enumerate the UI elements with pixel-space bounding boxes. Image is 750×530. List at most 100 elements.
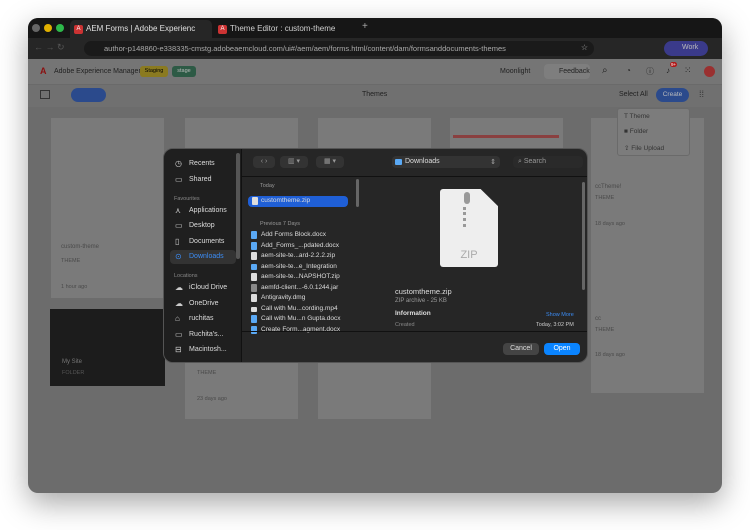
create-button[interactable]: Create [656,88,689,102]
preview-scrollbar[interactable] [582,182,585,290]
sidebar-item-downloads[interactable]: ⊙ Downloads [170,250,236,264]
applications-icon: ⋏ [175,206,181,215]
aem-header: A Adobe Experience Manager Staging stage… [28,59,722,85]
word-doc-icon [251,241,257,250]
browser-window: A AEM Forms | Adobe Experienc A Theme Edit… [28,18,722,493]
file-row[interactable]: Call with Mu...cording.mp4 [251,304,347,315]
previous-heading: Previous 7 Days [260,221,301,227]
minimize-window-button[interactable] [44,24,52,32]
help-icon[interactable]: ⓘ [646,66,654,77]
adobe-logo-icon: A [40,66,47,76]
group-button[interactable]: ▦ ▾ [316,156,344,168]
preview-kind: ZIP archive - 25 KB [395,298,447,304]
sidebar-item-applications[interactable]: ⋏ Applications [170,204,236,218]
file-icon [252,197,258,205]
card-cc[interactable]: cc THEME 18 days ago [591,243,704,393]
show-more-link[interactable]: Show More [546,312,574,318]
information-heading: Information [395,310,431,317]
view-settings-icon[interactable]: ⁞⁞ [699,89,704,99]
file-open-dialog: ◷ Recents ▭ Shared Favourites ⋏ Application… [163,148,588,363]
adobe-icon: A [74,25,83,34]
avatar[interactable] [704,66,715,77]
profile-button[interactable]: Work [664,41,708,56]
view-mode-button[interactable]: ▥ ▾ [280,156,308,168]
select-all-button[interactable]: Select All [608,91,648,98]
open-button[interactable]: Open [544,343,580,355]
dmg-file-icon [251,294,257,302]
sidebar-item-desktop[interactable]: ▭ Desktop [170,219,236,233]
tab-theme-editor[interactable]: A Theme Editor : custom-theme [214,20,356,38]
menu-item-folder[interactable]: ■ Folder [624,128,648,135]
close-window-button[interactable] [32,24,40,32]
onedrive-icon: ☁ [175,299,183,308]
toolbar: Themes Select All Create ⁞⁞ [28,85,722,107]
home-icon: ⌂ [175,314,180,323]
search-input[interactable]: ⌕ Search [513,156,583,168]
dialog-sidebar: ◷ Recents ▭ Shared Favourites ⋏ Application… [164,149,242,362]
chat-icon[interactable]: ◔ [626,66,631,75]
rail-toggle-icon[interactable] [40,90,50,99]
sidebar-item-documents[interactable]: ▯ Documents [170,235,236,249]
jar-file-icon [251,283,257,292]
file-row[interactable]: Create Form...agment.docx [251,325,347,336]
org-switcher[interactable]: Moonlight [500,68,530,75]
back-forward-reload-icons[interactable]: ← → ↻ [34,42,65,53]
word-doc-icon [251,325,257,334]
feedback-button[interactable]: Feedback [544,64,590,79]
page-title: Themes [362,91,388,98]
file-row[interactable]: aem-site-te...NAPSHOT.zip [251,272,347,283]
url-input[interactable]: author-p148860-e338335-cmstg.adobeaemclo… [84,41,594,56]
file-row[interactable]: Add_Forms_...pdated.docx [251,241,347,252]
maximize-window-button[interactable] [56,24,64,32]
file-row[interactable]: Add Forms Block.docx [251,230,347,241]
file-row[interactable]: Antigravity.dmg [251,293,347,304]
bulk-action-button[interactable] [71,88,106,102]
created-label: Created [395,322,415,328]
apps-grid-icon[interactable]: ⁙ [684,65,692,76]
file-row-selected[interactable]: customtheme.zip [248,196,348,207]
create-menu: T Theme ■ Folder ⇪ File Upload [617,108,690,156]
file-row[interactable]: aem-site-te...ard-2.2.2.zip [251,251,347,262]
card-custom-theme[interactable]: custom-theme THEME 1 hour ago [51,118,164,298]
folder-row[interactable]: aem-site-te...e_Integration [251,262,347,273]
zip-file-preview-icon: ZIP [440,189,498,267]
sidebar-item-icloud[interactable]: ☁ iCloud Drive [170,281,236,295]
file-list-scrollbar[interactable] [356,179,359,207]
cancel-button[interactable]: Cancel [503,343,539,355]
sidebar-item-macintosh[interactable]: ⊟ Macintosh... [170,343,236,357]
adobe-icon: A [218,25,227,34]
clock-icon: ◷ [175,159,182,168]
file-row[interactable]: aemfd-client...-6.0.1244.jar [251,283,347,294]
sidebar-item-onedrive[interactable]: ☁ OneDrive [170,297,236,311]
zip-file-icon [251,273,257,281]
created-value: Today, 3:02 PM [536,322,574,328]
back-forward-buttons[interactable]: ‹ › [253,156,275,168]
drive-icon: ⊟ [175,345,182,354]
menu-item-theme[interactable]: T Theme [624,113,650,120]
sidebar-item-laptop[interactable]: ▭ Ruchita's... [170,328,236,342]
bell-icon[interactable]: ♪ [666,66,670,75]
today-heading: Today [260,183,275,189]
sidebar-item-recents[interactable]: ◷ Recents [170,157,236,171]
sidebar-scrollbar[interactable] [236,153,240,259]
location-select[interactable]: Downloads ⇕ [392,156,500,168]
zip-file-icon [251,252,257,260]
notification-badge: 9+ [670,62,678,67]
sidebar-item-home[interactable]: ⌂ ruchitas [170,312,236,326]
file-row[interactable]: Call with Mu...n Gupta.docx [251,314,347,325]
desktop-icon: ▭ [175,221,183,230]
stage-badge: stage [172,66,196,77]
preview-filename: customtheme.zip [395,287,452,296]
new-tab-button[interactable]: + [362,21,368,32]
star-icon[interactable]: ☆ [581,43,588,52]
word-doc-icon [251,315,257,323]
menu-item-file-upload[interactable]: ⇪ File Upload [624,144,664,152]
tab-aem-forms[interactable]: A AEM Forms | Adobe Experienc [70,20,212,38]
download-icon: ⊙ [175,252,182,261]
card-my-site-folder[interactable]: My Site FOLDER [50,309,165,386]
word-doc-icon [251,231,257,239]
address-bar-row: ← → ↻ author-p148860-e338335-cmstg.adobe… [28,38,722,59]
sidebar-item-shared[interactable]: ▭ Shared [170,173,236,187]
search-icon[interactable]: ⌕ [602,65,608,76]
shared-folder-icon: ▭ [175,175,183,184]
